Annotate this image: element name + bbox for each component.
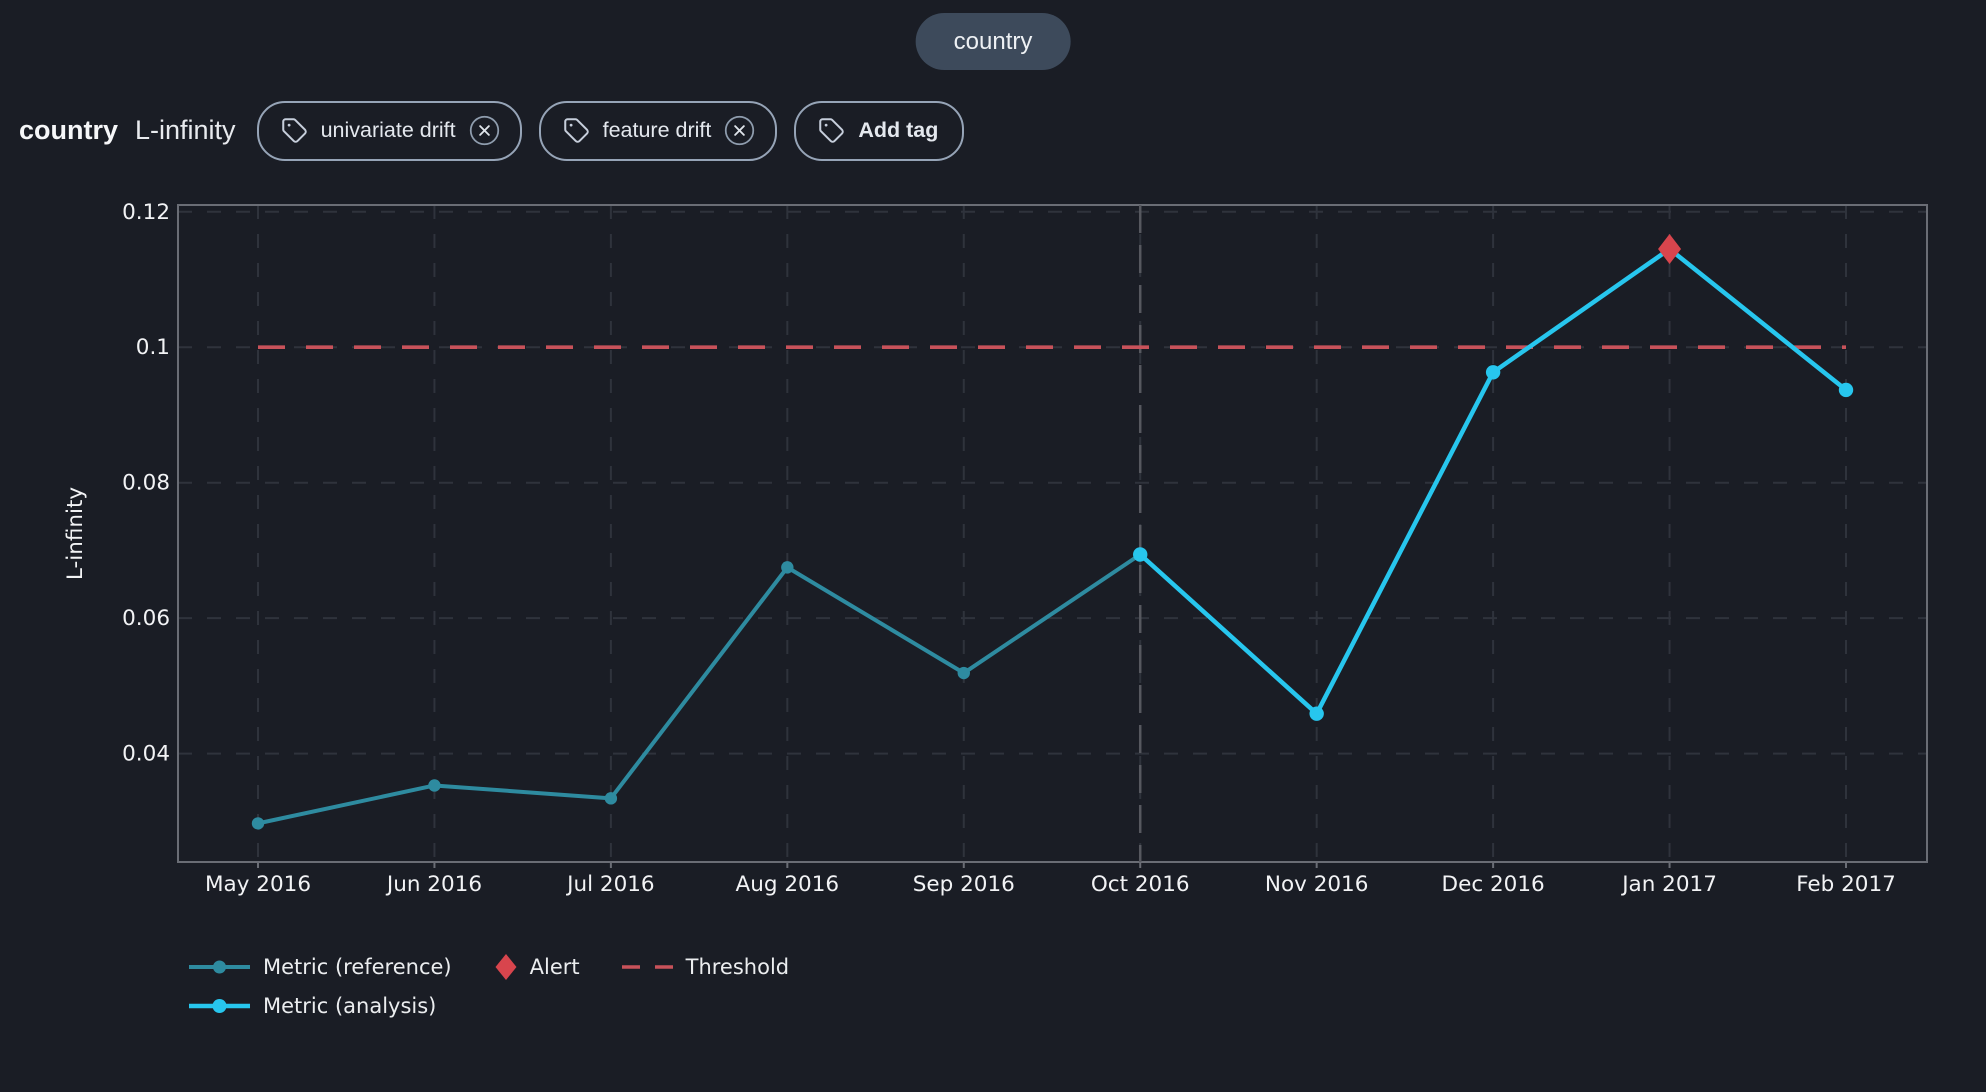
analysis-point[interactable] <box>1309 706 1323 720</box>
y-tick-label: 0.12 <box>122 200 170 225</box>
y-tick-label: 0.04 <box>122 742 170 767</box>
chart-legend: Metric (reference) Alert Threshold Metri… <box>188 950 789 1023</box>
reference-point[interactable] <box>252 817 264 829</box>
reference-point[interactable] <box>781 561 793 573</box>
x-tick-label: May 2016 <box>205 872 311 897</box>
alert-marker[interactable] <box>1658 234 1681 264</box>
reference-line <box>258 554 1140 823</box>
y-tick-label: 0.08 <box>122 471 170 496</box>
drift-line-chart[interactable]: May 2016 Jun 2016 Jul 2016 Aug 2016 Sep 2016… <box>0 0 1986 1092</box>
reference-line-swatch-icon <box>188 958 251 976</box>
plot-border <box>178 205 1927 862</box>
reference-point[interactable] <box>428 779 440 791</box>
analysis-point[interactable] <box>1133 547 1147 561</box>
y-axis-title: L-infinity <box>63 487 88 581</box>
x-tick-label: Sep 2016 <box>913 872 1015 897</box>
alert-diamond-icon <box>494 952 518 982</box>
analysis-line-swatch-icon <box>188 997 251 1015</box>
analysis-point[interactable] <box>1839 383 1853 397</box>
y-tick-label: 0.06 <box>122 606 170 631</box>
legend-item-metric-analysis[interactable]: Metric (analysis) <box>188 994 436 1018</box>
x-tick-label: Aug 2016 <box>736 872 840 897</box>
x-tick-label: Dec 2016 <box>1442 872 1545 897</box>
legend-label: Alert <box>530 955 580 979</box>
x-tick-label: Jan 2017 <box>1620 872 1717 897</box>
y-tick-label: 0.1 <box>136 335 170 360</box>
reference-point[interactable] <box>605 792 617 804</box>
legend-item-alert[interactable]: Alert <box>494 952 580 982</box>
x-tick-label: Oct 2016 <box>1091 872 1190 897</box>
x-tick-label: Feb 2017 <box>1796 872 1896 897</box>
legend-item-threshold[interactable]: Threshold <box>622 955 790 979</box>
x-tick-label: Nov 2016 <box>1265 872 1369 897</box>
analysis-point[interactable] <box>1486 365 1500 379</box>
x-tick-label: Jul 2016 <box>565 872 655 897</box>
legend-label: Metric (analysis) <box>263 994 436 1018</box>
legend-item-metric-reference[interactable]: Metric (reference) <box>188 955 452 979</box>
legend-label: Threshold <box>686 955 790 979</box>
legend-label: Metric (reference) <box>263 955 452 979</box>
reference-point[interactable] <box>958 667 970 679</box>
threshold-dash-swatch-icon <box>622 958 674 976</box>
x-tick-label: Jun 2016 <box>385 872 482 897</box>
